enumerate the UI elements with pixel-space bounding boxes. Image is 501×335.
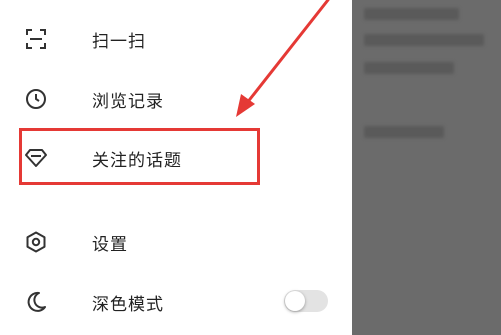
arrow-annotation (236, 0, 330, 117)
arrow-shaft (241, 0, 330, 110)
